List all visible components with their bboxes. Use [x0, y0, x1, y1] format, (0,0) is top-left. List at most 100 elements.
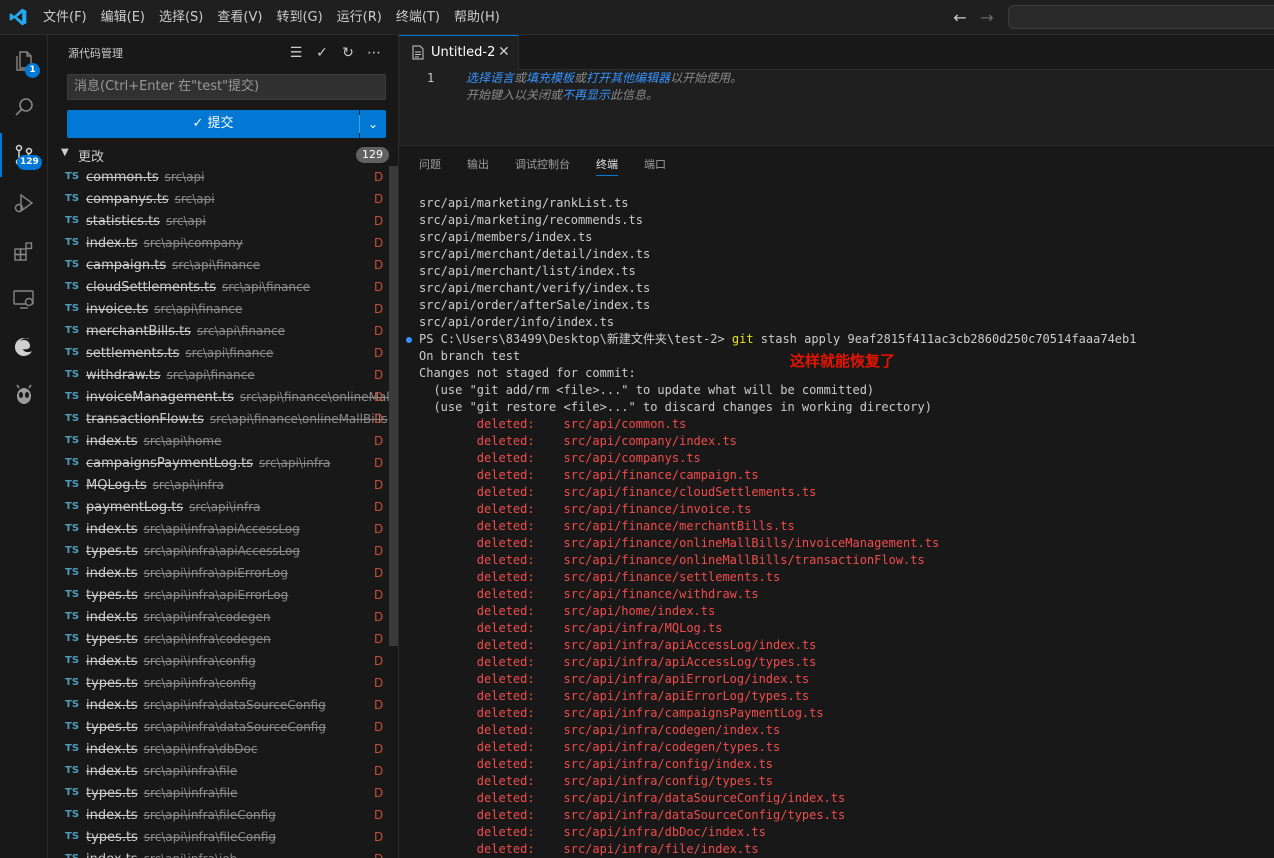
changed-file-row[interactable]: TS index.ts src\api\infra\config D — [48, 650, 391, 672]
activity-edge-tools[interactable] — [0, 325, 48, 369]
menu-selection[interactable]: 选择(S) — [152, 0, 210, 35]
changed-file-row[interactable]: TS index.ts src\api\home D — [48, 430, 391, 452]
menu-file[interactable]: 文件(F) — [36, 0, 94, 35]
changed-file-row[interactable]: TS invoice.ts src\api\finance D — [48, 298, 391, 320]
changed-file-row[interactable]: TS index.ts src\api\company D — [48, 232, 391, 254]
changed-file-row[interactable]: TS index.ts src\api\infra\dataSourceConfig… — [48, 694, 391, 716]
file-name-text: types.ts — [86, 544, 138, 559]
terminal-output[interactable]: src/api/marketing/rankList.ts src/api/mar… — [406, 195, 1269, 858]
activity-explorer[interactable]: 1 — [0, 39, 48, 83]
changed-file-row[interactable]: TS campaignsPaymentLog.ts src\api\infra D — [48, 452, 391, 474]
activity-search[interactable] — [0, 85, 48, 129]
activity-source-control[interactable]: 129 — [0, 133, 48, 177]
deleted-prefix: deleted: — [419, 451, 564, 465]
panel-tabs: 问题 输出 调试控制台 终端 端口 — [399, 146, 672, 184]
changed-file-row[interactable]: TS types.ts src\api\infra\codegen D — [48, 628, 391, 650]
typescript-file-icon: TS — [65, 259, 80, 270]
close-icon[interactable]: ✕ — [498, 44, 510, 60]
deleted-file-path: src/api/infra/campaignsPaymentLog.ts — [563, 706, 824, 720]
changed-file-row[interactable]: TS settlements.ts src\api\finance D — [48, 342, 391, 364]
file-name: types.ts src\api\infra\apiErrorLog — [86, 584, 288, 606]
tab-ports[interactable]: 端口 — [644, 146, 672, 184]
file-name-text: common.ts — [86, 170, 159, 185]
changed-file-row[interactable]: TS withdraw.ts src\api\finance D — [48, 364, 391, 386]
terminal-deleted-line: deleted: src/api/infra/codegen/types.ts — [419, 739, 1269, 756]
changed-file-row[interactable]: TS types.ts src\api\infra\file D — [48, 782, 391, 804]
changed-file-row[interactable]: TS index.ts src\api\infra\apiErrorLog D — [48, 562, 391, 584]
changed-file-row[interactable]: TS transactionFlow.ts src\api\finance\onli… — [48, 408, 391, 430]
terminal-deleted-line: deleted: src/api/finance/onlineMallBills… — [419, 552, 1269, 569]
file-path: src\api\infra\fileConfig — [143, 808, 276, 822]
changed-file-row[interactable]: TS cloudSettlements.ts src\api\finance D — [48, 276, 391, 298]
terminal-text: src/api/merchant/detail/index.ts — [419, 247, 651, 261]
typescript-file-icon: TS — [65, 369, 80, 380]
deleted-file-path: src/api/infra/config/index.ts — [563, 757, 774, 771]
changed-file-row[interactable]: TS merchantBills.ts src\api\finance D — [48, 320, 391, 342]
changed-file-row[interactable]: TS index.ts src\api\infra\codegen D — [48, 606, 391, 628]
changed-file-row[interactable]: TS types.ts src\api\infra\apiErrorLog D — [48, 584, 391, 606]
activity-remote-explorer[interactable] — [0, 277, 48, 321]
file-name: index.ts src\api\infra\apiErrorLog — [86, 562, 288, 584]
changed-file-row[interactable]: TS index.ts src\api\infra\dbDoc D — [48, 738, 391, 760]
more-actions-icon[interactable]: ⋯ — [364, 43, 384, 63]
back-arrow-icon[interactable]: ← — [950, 8, 970, 28]
menu-help[interactable]: 帮助(H) — [447, 0, 507, 35]
activity-alien-extension[interactable] — [0, 373, 48, 417]
tab-output[interactable]: 输出 — [467, 146, 495, 184]
deleted-prefix: deleted: — [419, 791, 564, 805]
open-other-editor-link[interactable]: 打开其他编辑器 — [586, 71, 670, 85]
menu-view[interactable]: 查看(V) — [210, 0, 269, 35]
tab-terminal[interactable]: 终端 — [596, 146, 624, 184]
menu-go[interactable]: 转到(G) — [269, 0, 329, 35]
menu-edit[interactable]: 编辑(E) — [94, 0, 152, 35]
view-as-tree-icon[interactable]: ☰ — [286, 43, 306, 63]
file-status-deleted: D — [374, 324, 384, 338]
changed-file-row[interactable]: TS types.ts src\api\infra\apiAccessLog D — [48, 540, 391, 562]
typescript-file-icon: TS — [65, 325, 80, 336]
activity-run-debug[interactable] — [0, 181, 48, 225]
deleted-prefix: deleted: — [419, 621, 564, 635]
activity-extensions[interactable] — [0, 229, 48, 273]
deleted-prefix: deleted: — [419, 485, 564, 499]
command-center-search[interactable] — [1008, 5, 1274, 29]
typescript-file-icon: TS — [65, 413, 80, 424]
changed-file-row[interactable]: TS common.ts src\api D — [48, 166, 391, 188]
changed-file-row[interactable]: TS types.ts src\api\infra\dataSourceConfig… — [48, 716, 391, 738]
sidebar-scrollbar[interactable] — [389, 166, 398, 646]
file-name-text: index.ts — [86, 698, 138, 713]
tab-problems[interactable]: 问题 — [419, 146, 447, 184]
deleted-file-path: src/api/finance/withdraw.ts — [563, 587, 759, 601]
dont-show-again-link[interactable]: 不再显示 — [562, 88, 610, 102]
changed-file-row[interactable]: TS MQLog.ts src\api\infra D — [48, 474, 391, 496]
changed-file-row[interactable]: TS index.ts src\api\infra\fileConfig D — [48, 804, 391, 826]
tab-debug-console[interactable]: 调试控制台 — [515, 146, 576, 184]
forward-arrow-icon[interactable]: → — [977, 8, 997, 28]
menu-terminal[interactable]: 终端(T) — [389, 0, 447, 35]
file-path: src\api\infra\apiAccessLog — [143, 522, 300, 536]
file-name: campaign.ts src\api\finance — [86, 254, 260, 276]
changed-file-row[interactable]: TS invoiceManagement.ts src\api\finance\on… — [48, 386, 391, 408]
fill-template-link[interactable]: 填充模板 — [526, 71, 574, 85]
changed-file-row[interactable]: TS companys.ts src\api D — [48, 188, 391, 210]
changed-file-row[interactable]: TS paymentLog.ts src\api\infra D — [48, 496, 391, 518]
file-status-deleted: D — [374, 654, 384, 668]
changed-file-row[interactable]: TS types.ts src\api\infra\fileConfig D — [48, 826, 391, 848]
changed-file-row[interactable]: TS index.ts src\api\infra\job D — [48, 848, 391, 858]
changed-file-row[interactable]: TS campaign.ts src\api\finance D — [48, 254, 391, 276]
file-name: index.ts src\api\home — [86, 430, 222, 452]
commit-check-icon[interactable]: ✓ — [312, 43, 332, 63]
commit-dropdown-chevron-icon[interactable]: ⌄ — [360, 110, 386, 138]
changed-file-row[interactable]: TS types.ts src\api\infra\config D — [48, 672, 391, 694]
commit-message-input[interactable]: 消息(Ctrl+Enter 在"test"提交) — [67, 74, 386, 100]
tab-untitled-2[interactable]: Untitled-2 ✕ — [399, 35, 519, 70]
command-decoration-dot-icon[interactable] — [406, 337, 412, 343]
refresh-icon[interactable]: ↻ — [338, 43, 358, 63]
alien-icon — [16, 384, 32, 404]
changes-section-header[interactable]: ▼ 更改 129 — [48, 144, 398, 166]
menu-run[interactable]: 运行(R) — [330, 0, 389, 35]
changed-file-row[interactable]: TS index.ts src\api\infra\apiAccessLog D — [48, 518, 391, 540]
select-language-link[interactable]: 选择语言 — [466, 71, 514, 85]
commit-button[interactable]: ✓ 提交 — [67, 110, 359, 138]
changed-file-row[interactable]: TS statistics.ts src\api D — [48, 210, 391, 232]
changed-file-row[interactable]: TS index.ts src\api\infra\file D — [48, 760, 391, 782]
